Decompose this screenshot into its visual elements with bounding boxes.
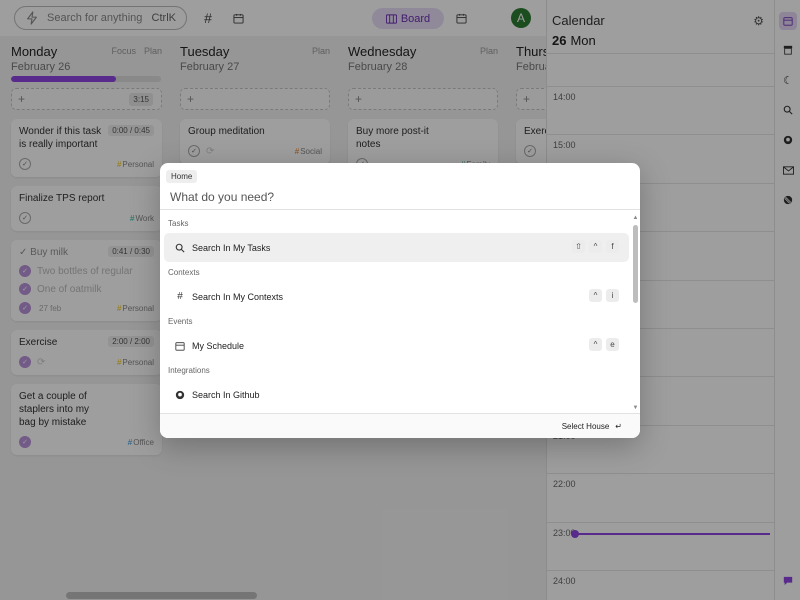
scroll-thumb[interactable] [633, 225, 638, 303]
group-label-tasks: Tasks [168, 219, 189, 228]
command-input[interactable]: What do you need? [170, 190, 274, 204]
command-search-contexts[interactable]: # Search In My Contexts ^ i [164, 282, 629, 311]
group-label-integrations: Integrations [168, 366, 210, 375]
shortcut-keys: ^ e [589, 338, 619, 351]
enter-key-icon: ↵ [615, 422, 622, 431]
github-icon [174, 389, 186, 401]
hash-icon: # [177, 291, 183, 302]
search-icon [174, 242, 186, 254]
command-label: Search In Github [192, 389, 260, 400]
key: ^ [589, 240, 602, 253]
key: i [606, 289, 619, 302]
select-action-label: Select House [561, 422, 610, 431]
divider [160, 209, 640, 210]
palette-scrollbar[interactable]: ▲ ▼ [632, 215, 639, 412]
shortcut-keys: ^ i [589, 289, 619, 302]
palette-footer: Select House ↵ [160, 413, 640, 438]
group-label-contexts: Contexts [168, 268, 200, 277]
command-label: Search In My Contexts [192, 291, 284, 302]
calendar-icon [174, 340, 186, 352]
select-action[interactable]: Select House ↵ [562, 422, 622, 431]
key: ⇧ [572, 240, 585, 253]
key: e [606, 338, 619, 351]
shortcut-keys: ⇧ ^ f [572, 240, 619, 253]
scroll-down-arrow[interactable]: ▼ [632, 405, 639, 411]
command-search-tasks[interactable]: Search In My Tasks ⇧ ^ f [164, 233, 629, 262]
scroll-up-arrow[interactable]: ▲ [632, 215, 639, 221]
key: ^ [589, 338, 602, 351]
command-label: My Schedule [192, 340, 245, 351]
breadcrumb[interactable]: Home [166, 170, 198, 183]
command-label: Search In My Tasks [192, 242, 271, 253]
key: f [606, 240, 619, 253]
command-my-schedule[interactable]: My Schedule ^ e [164, 331, 629, 360]
key: ^ [589, 289, 602, 302]
command-search-github[interactable]: Search In Github [164, 380, 629, 409]
group-label-events: Events [168, 317, 193, 326]
command-palette: Home What do you need? Tasks Search In M… [160, 163, 640, 438]
